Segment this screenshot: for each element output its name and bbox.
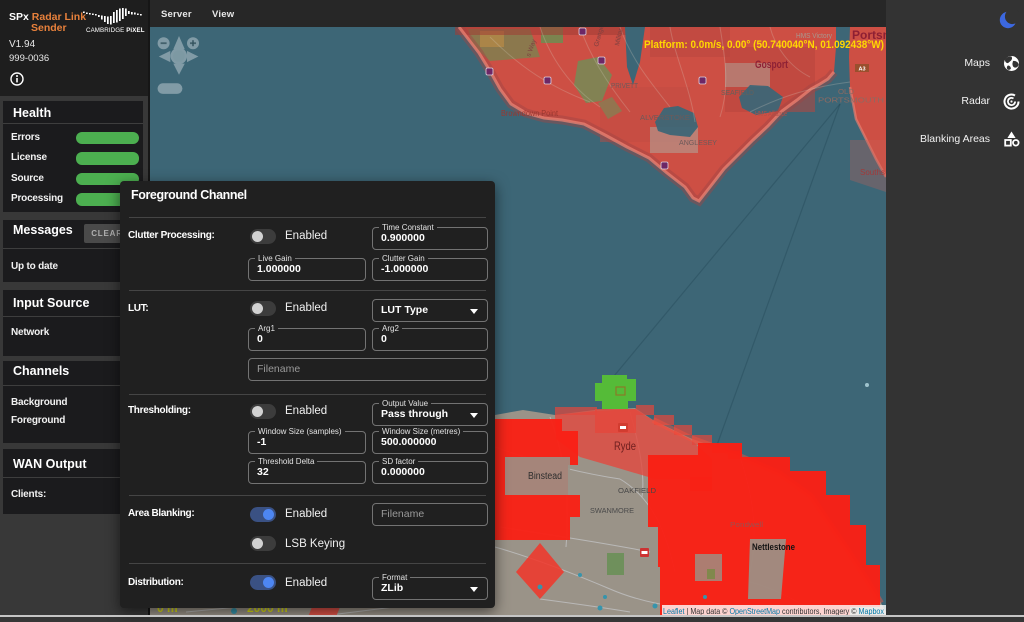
svg-text:Binstead: Binstead [528,471,562,482]
svg-text:Souths: Souths [860,168,885,177]
svg-text:Gosport: Gosport [755,59,788,71]
svg-text:ANGLESEY: ANGLESEY [679,140,717,147]
svg-text:SEAFIELD: SEAFIELD [721,90,754,97]
svg-text:Browndown Point: Browndown Point [501,109,559,118]
svg-text:HMS Alliance: HMS Alliance [755,111,787,118]
svg-text:ALVERSTOKE: ALVERSTOKE [640,113,690,122]
svg-text:Ryde: Ryde [614,439,636,453]
svg-text:SWANMORE: SWANMORE [590,506,634,515]
svg-text:Platform: 0.0m/s, 0.00° (50.74: Platform: 0.0m/s, 0.00° (50.740040°N, 01… [644,39,884,51]
svg-text:A3: A3 [858,67,865,73]
svg-text:Nettlestone: Nettlestone [752,542,795,553]
svg-text:PRIVETT: PRIVETT [611,81,638,90]
svg-text:PORTSMOUTH: PORTSMOUTH [818,96,884,105]
svg-text:OAKFIELD: OAKFIELD [618,486,657,495]
svg-text:Pondwell: Pondwell [730,520,763,529]
